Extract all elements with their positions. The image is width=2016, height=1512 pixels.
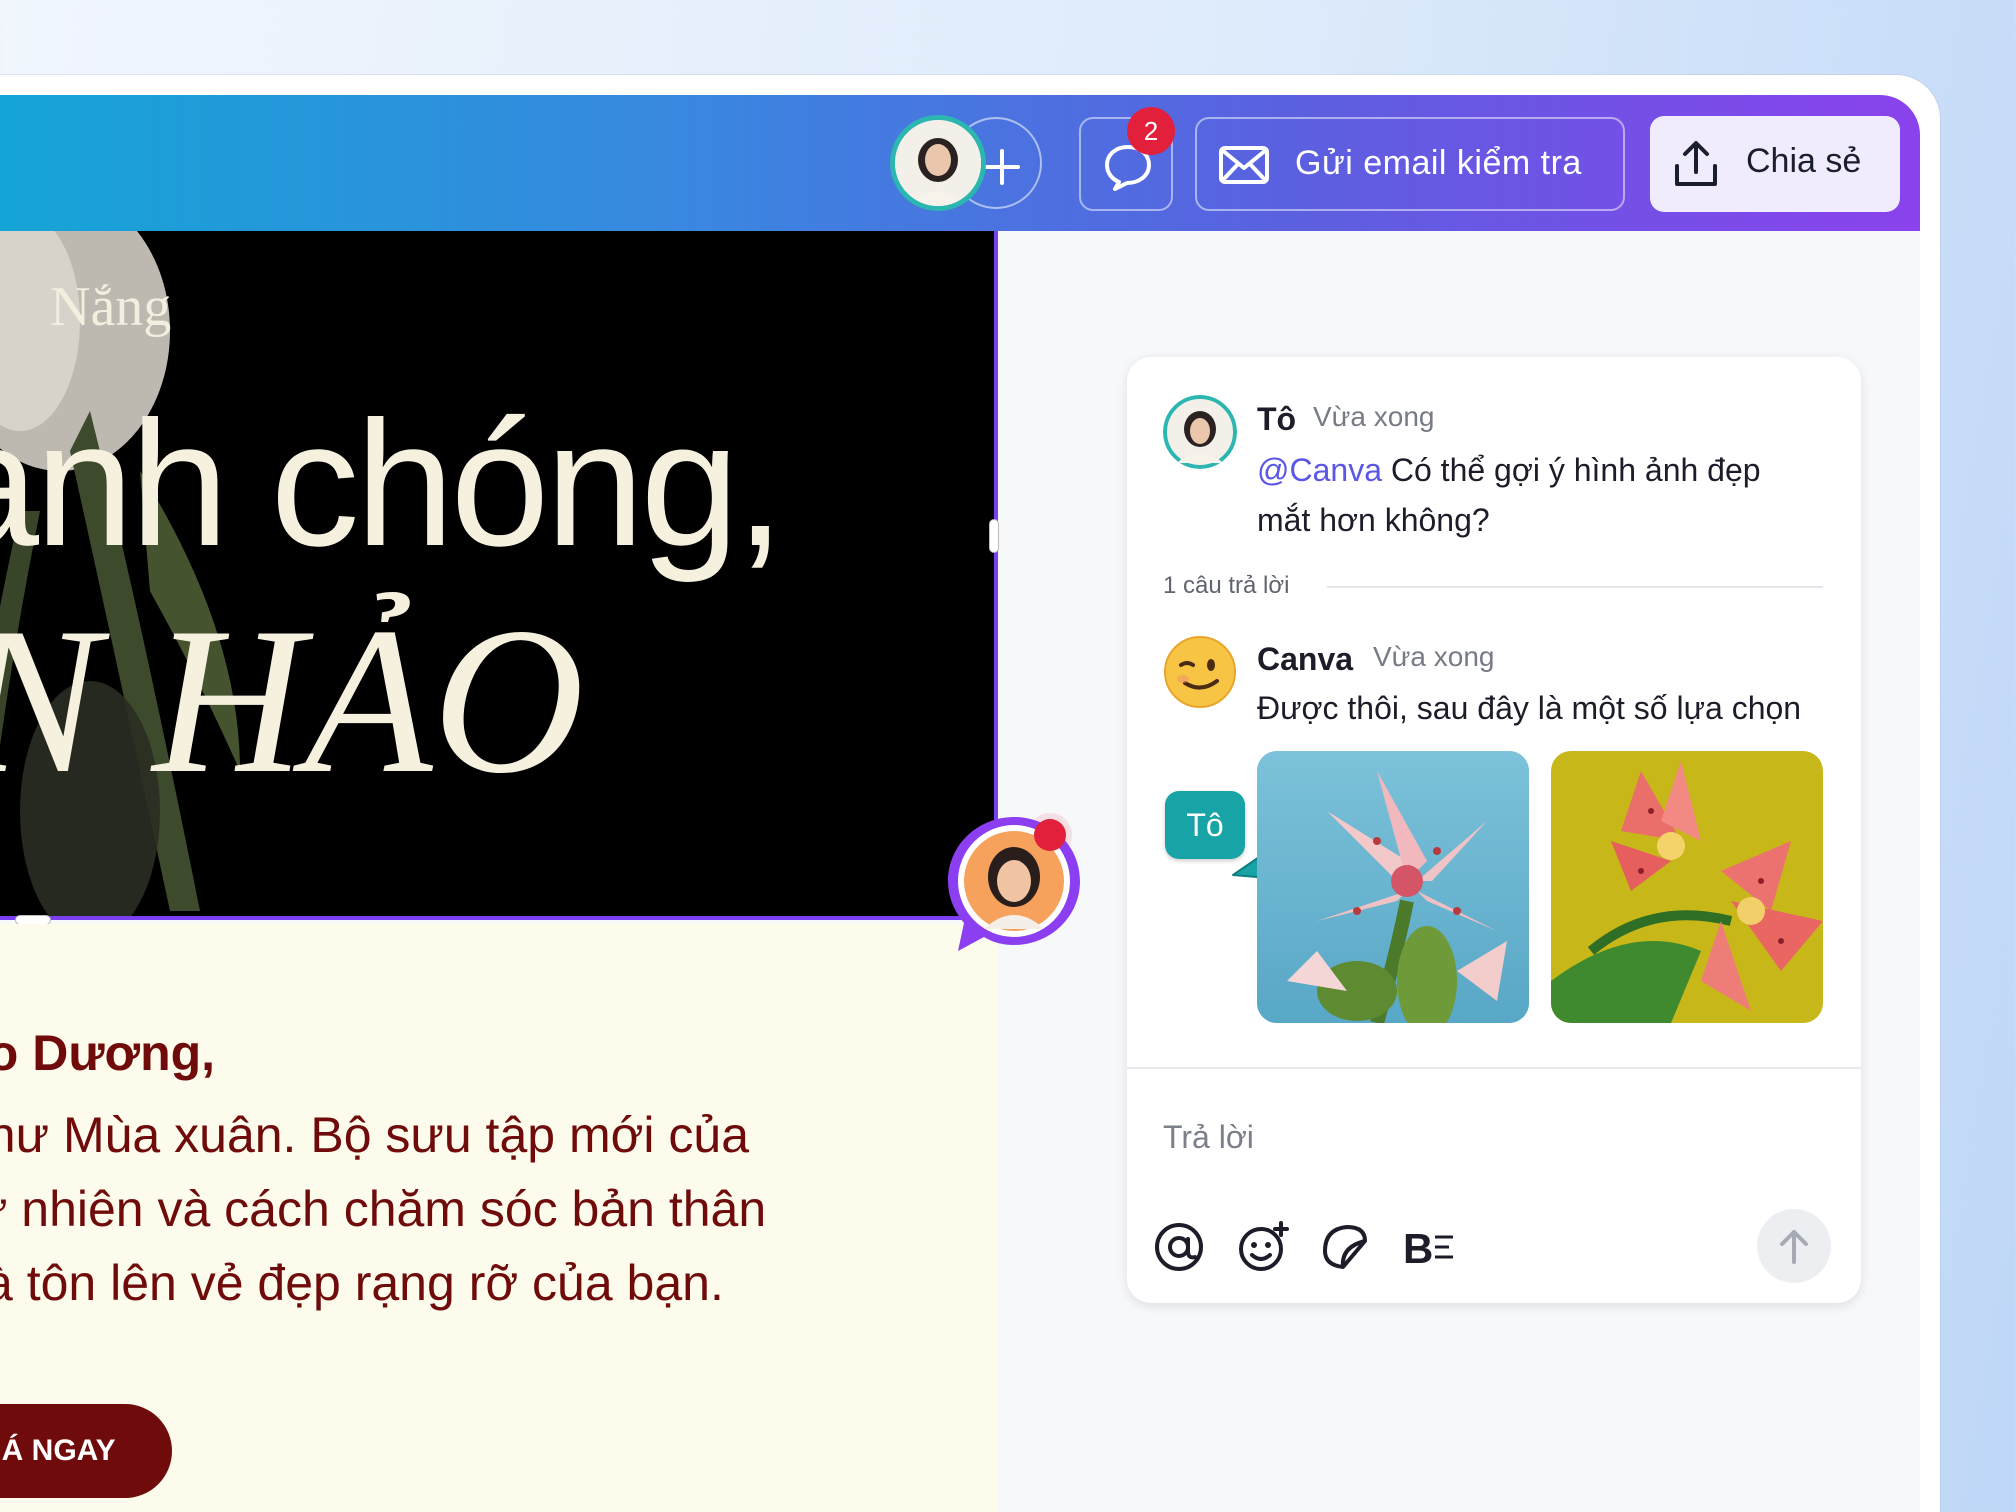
emoji-icon[interactable] — [1237, 1221, 1289, 1273]
mention-icon[interactable] — [1153, 1221, 1205, 1273]
body-text-line[interactable]: tự nhiên và cách chăm sóc bản thân — [0, 1180, 766, 1238]
send-reply-button[interactable] — [1757, 1209, 1831, 1283]
cta-button[interactable]: HÁ NGAY — [0, 1404, 172, 1498]
plus-icon — [984, 149, 1020, 185]
mention-link[interactable]: @Canva — [1257, 452, 1382, 488]
reply-time: Vừa xong — [1373, 641, 1495, 672]
svg-text:B: B — [1403, 1225, 1433, 1272]
design-body-section[interactable]: ảo Dương, như Mùa xuân. Bộ sưu tập mới c… — [0, 924, 998, 1512]
editor-window: 2 Gửi email kiểm tra Chia sẻ Nắng anh ch… — [0, 95, 1920, 1512]
comment-time: Vừa xong — [1313, 401, 1435, 432]
share-button[interactable]: Chia sẻ — [1650, 116, 1900, 212]
text-format-icon[interactable]: B — [1403, 1221, 1455, 1273]
top-toolbar: 2 Gửi email kiểm tra Chia sẻ — [0, 95, 1920, 231]
replies-count[interactable]: 1 câu trả lời — [1163, 572, 1289, 600]
commenter-avatar — [1163, 395, 1237, 469]
reply-input[interactable] — [1163, 1107, 1823, 1167]
send-test-email-label: Gửi email kiểm tra — [1295, 144, 1582, 182]
comment-count-badge: 2 — [1127, 107, 1175, 155]
reply-author: Canva — [1257, 641, 1354, 677]
comment-pin-avatar[interactable] — [940, 811, 1088, 959]
sticker-icon[interactable] — [1319, 1221, 1371, 1273]
design-hero-section[interactable]: Nắng anh chóng, N HẢO — [0, 231, 998, 920]
reply-divider — [1127, 1067, 1861, 1069]
user-avatar[interactable] — [890, 115, 986, 211]
greeting-text[interactable]: ảo Dương, — [0, 1024, 215, 1082]
resize-handle-right[interactable] — [989, 519, 999, 553]
send-icon — [1780, 1230, 1808, 1264]
mail-icon — [1219, 146, 1269, 184]
replies-divider — [1327, 586, 1823, 588]
upload-icon — [1675, 141, 1717, 186]
body-text-line[interactable]: như Mùa xuân. Bộ sưu tập mới của — [0, 1106, 749, 1164]
suggested-image-lily-blue[interactable] — [1257, 751, 1529, 1023]
reply-text: Được thôi, sau đây là một số lựa chọn — [1257, 690, 1802, 726]
headline-line-2[interactable]: N HẢO — [0, 581, 584, 822]
comment-author: Tô — [1257, 401, 1297, 437]
share-button-label: Chia sẻ — [1746, 142, 1862, 180]
send-test-email-button[interactable]: Gửi email kiểm tra — [1195, 117, 1625, 211]
headline-line-1[interactable]: anh chóng, — [0, 381, 785, 586]
comment-text: @Canva Có thể gợi ý hình ảnh đẹp mắt hơn… — [1257, 452, 1761, 538]
brand-name: Nắng — [50, 276, 172, 338]
comments-panel: Tô Vừa xong @Canva Có thể gợi ý hình ảnh… — [1127, 357, 1861, 1303]
suggested-image-alstroemeria-yellow[interactable] — [1551, 751, 1823, 1023]
canva-emoji-avatar — [1164, 636, 1236, 708]
cta-label: HÁ NGAY — [0, 1434, 116, 1467]
body-text-line[interactable]: và tôn lên vẻ đẹp rạng rỡ của bạn. — [0, 1254, 724, 1312]
